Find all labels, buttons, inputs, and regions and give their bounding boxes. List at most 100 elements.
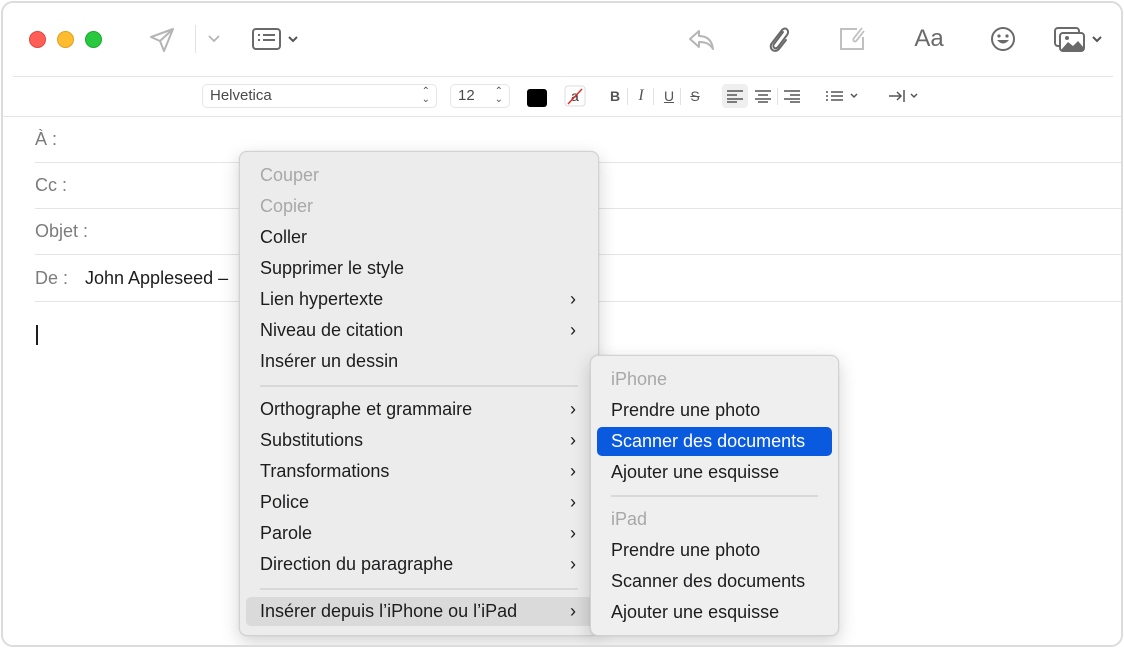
mail-compose-window: Aa Helvetica ⌃⌄ 12 ⌃⌄ a B I U S [1, 1, 1123, 647]
font-select-value: Helvetica [210, 87, 272, 104]
menu-item-label: Direction du paragraphe [260, 554, 454, 574]
attach-button[interactable] [763, 23, 793, 55]
chevron-right-icon: › [570, 430, 576, 450]
menu-item-remove-style[interactable]: Supprimer le style [246, 254, 592, 283]
emoji-button[interactable] [987, 23, 1019, 55]
menu-item-link[interactable]: Lien hypertexte › [246, 285, 592, 314]
cc-label: Cc : [35, 175, 68, 195]
chevron-down-icon [208, 35, 220, 43]
iphone-add-sketch[interactable]: Ajouter une esquisse [597, 458, 832, 487]
format-separator [680, 88, 681, 105]
chevron-right-icon: › [570, 289, 576, 309]
zoom-button[interactable] [85, 31, 102, 48]
chevron-right-icon: › [570, 492, 576, 512]
font-size-value: 12 [458, 87, 475, 104]
ipad-take-photo[interactable]: Prendre une photo [597, 536, 832, 565]
menu-item-label: Substitutions [260, 430, 364, 450]
menu-item-insert-from-iphone-ipad[interactable]: Insérer depuis l’iPhone ou l’iPad › [246, 597, 594, 626]
menu-item-label: Orthographe et grammaire [260, 399, 473, 419]
menu-item-paragraph-direction[interactable]: Direction du paragraphe › [246, 550, 592, 579]
chevron-right-icon: › [570, 399, 576, 419]
photo-browser-icon [1054, 27, 1102, 52]
ipad-add-sketch[interactable]: Ajouter une esquisse [597, 598, 832, 627]
background-color-button[interactable]: a [563, 85, 587, 107]
iphone-scan-documents[interactable]: Scanner des documents [597, 427, 832, 456]
menu-item-label: Parole [260, 523, 313, 543]
updown-chevron-icon: ⌃ ⌄ [421, 86, 430, 105]
subject-label: Objet : [35, 221, 89, 241]
menu-item-label: Niveau de citation [260, 320, 404, 340]
context-menu: Couper Copier Coller Supprimer le style … [239, 151, 599, 636]
iphone-take-photo[interactable]: Prendre une photo [597, 396, 832, 425]
menu-item-quote-level[interactable]: Niveau de citation › [246, 316, 592, 345]
font-select[interactable]: Helvetica ⌃ ⌄ [202, 84, 437, 108]
align-right-button[interactable] [780, 85, 804, 107]
align-left-icon [727, 90, 743, 103]
ipad-scan-documents[interactable]: Scanner des documents [597, 567, 832, 596]
bold-button[interactable]: B [605, 85, 625, 107]
format-bar: Helvetica ⌃⌄ 12 ⌃⌄ a B I U S [3, 77, 1121, 115]
bulleted-list-icon [826, 91, 858, 101]
format-button[interactable]: Aa [910, 23, 948, 55]
chevron-right-icon: › [570, 601, 576, 621]
toolbar-separator [195, 25, 196, 53]
paperclip-icon [769, 27, 790, 52]
continuity-camera-submenu: iPhone Prendre une photo Scanner des doc… [590, 355, 839, 636]
menu-item-label: Transformations [260, 461, 390, 481]
menu-item-label: Lien hypertexte [260, 289, 384, 309]
menu-item-insert-drawing[interactable]: Insérer un dessin [246, 347, 592, 376]
strikethrough-button[interactable]: S [685, 85, 705, 107]
chevron-right-icon: › [570, 523, 576, 543]
reply-icon [689, 30, 714, 50]
text-cursor [36, 325, 38, 345]
align-left-button[interactable] [722, 84, 748, 108]
markup-attachment-button[interactable] [836, 23, 868, 55]
menu-item-paste[interactable]: Coller [246, 223, 592, 252]
smiley-icon [991, 27, 1015, 51]
menu-separator [611, 495, 818, 497]
no-background-color-icon: a [564, 85, 586, 107]
menu-item-substitutions[interactable]: Substitutions › [246, 426, 592, 455]
format-separator [653, 88, 654, 105]
font-size-select[interactable]: 12 ⌃ ⌄ [450, 84, 510, 108]
menu-item-copy: Copier [260, 196, 314, 216]
from-label: De : [35, 268, 69, 288]
indent-icon [889, 90, 918, 102]
underline-button[interactable]: U [659, 85, 679, 107]
menu-item-spelling-grammar[interactable]: Orthographe et grammaire › [246, 395, 592, 424]
header-fields-button[interactable] [251, 25, 303, 53]
photo-browser-button[interactable] [1053, 23, 1107, 55]
menu-item-transformations[interactable]: Transformations › [246, 457, 592, 486]
format-separator [777, 88, 778, 105]
italic-button[interactable]: I [631, 85, 651, 107]
list-style-button[interactable] [825, 85, 863, 107]
menu-item-speech[interactable]: Parole › [246, 519, 592, 548]
align-center-icon [755, 90, 771, 103]
close-button[interactable] [29, 31, 46, 48]
from-value[interactable]: John Appleseed – [85, 268, 228, 289]
menu-item-font[interactable]: Police › [246, 488, 592, 517]
text-color-button[interactable] [527, 89, 547, 107]
submenu-header-iphone: iPhone [611, 369, 668, 389]
menu-item-cut: Couper [260, 165, 320, 185]
send-options-chevron[interactable] [206, 31, 222, 47]
menu-separator [260, 588, 578, 590]
send-button[interactable] [146, 25, 178, 55]
toolbar: Aa [3, 3, 1121, 75]
indent-button[interactable] [887, 85, 923, 107]
to-label: À : [35, 129, 58, 149]
align-center-button[interactable] [751, 85, 775, 107]
annotate-attachment-icon [840, 27, 865, 50]
menu-separator [260, 385, 578, 387]
reply-button[interactable] [686, 25, 718, 55]
updown-chevron-icon: ⌃ ⌄ [494, 86, 503, 105]
menu-item-label: Police [260, 492, 310, 512]
align-right-icon [784, 90, 800, 103]
chevron-right-icon: › [570, 320, 576, 340]
format-separator [627, 88, 628, 105]
submenu-header-ipad: iPad [611, 509, 648, 529]
minimize-button[interactable] [57, 31, 74, 48]
paper-plane-icon [150, 28, 174, 52]
chevron-right-icon: › [570, 461, 576, 481]
menu-item-label: Insérer depuis l’iPhone ou l’iPad [260, 601, 518, 621]
